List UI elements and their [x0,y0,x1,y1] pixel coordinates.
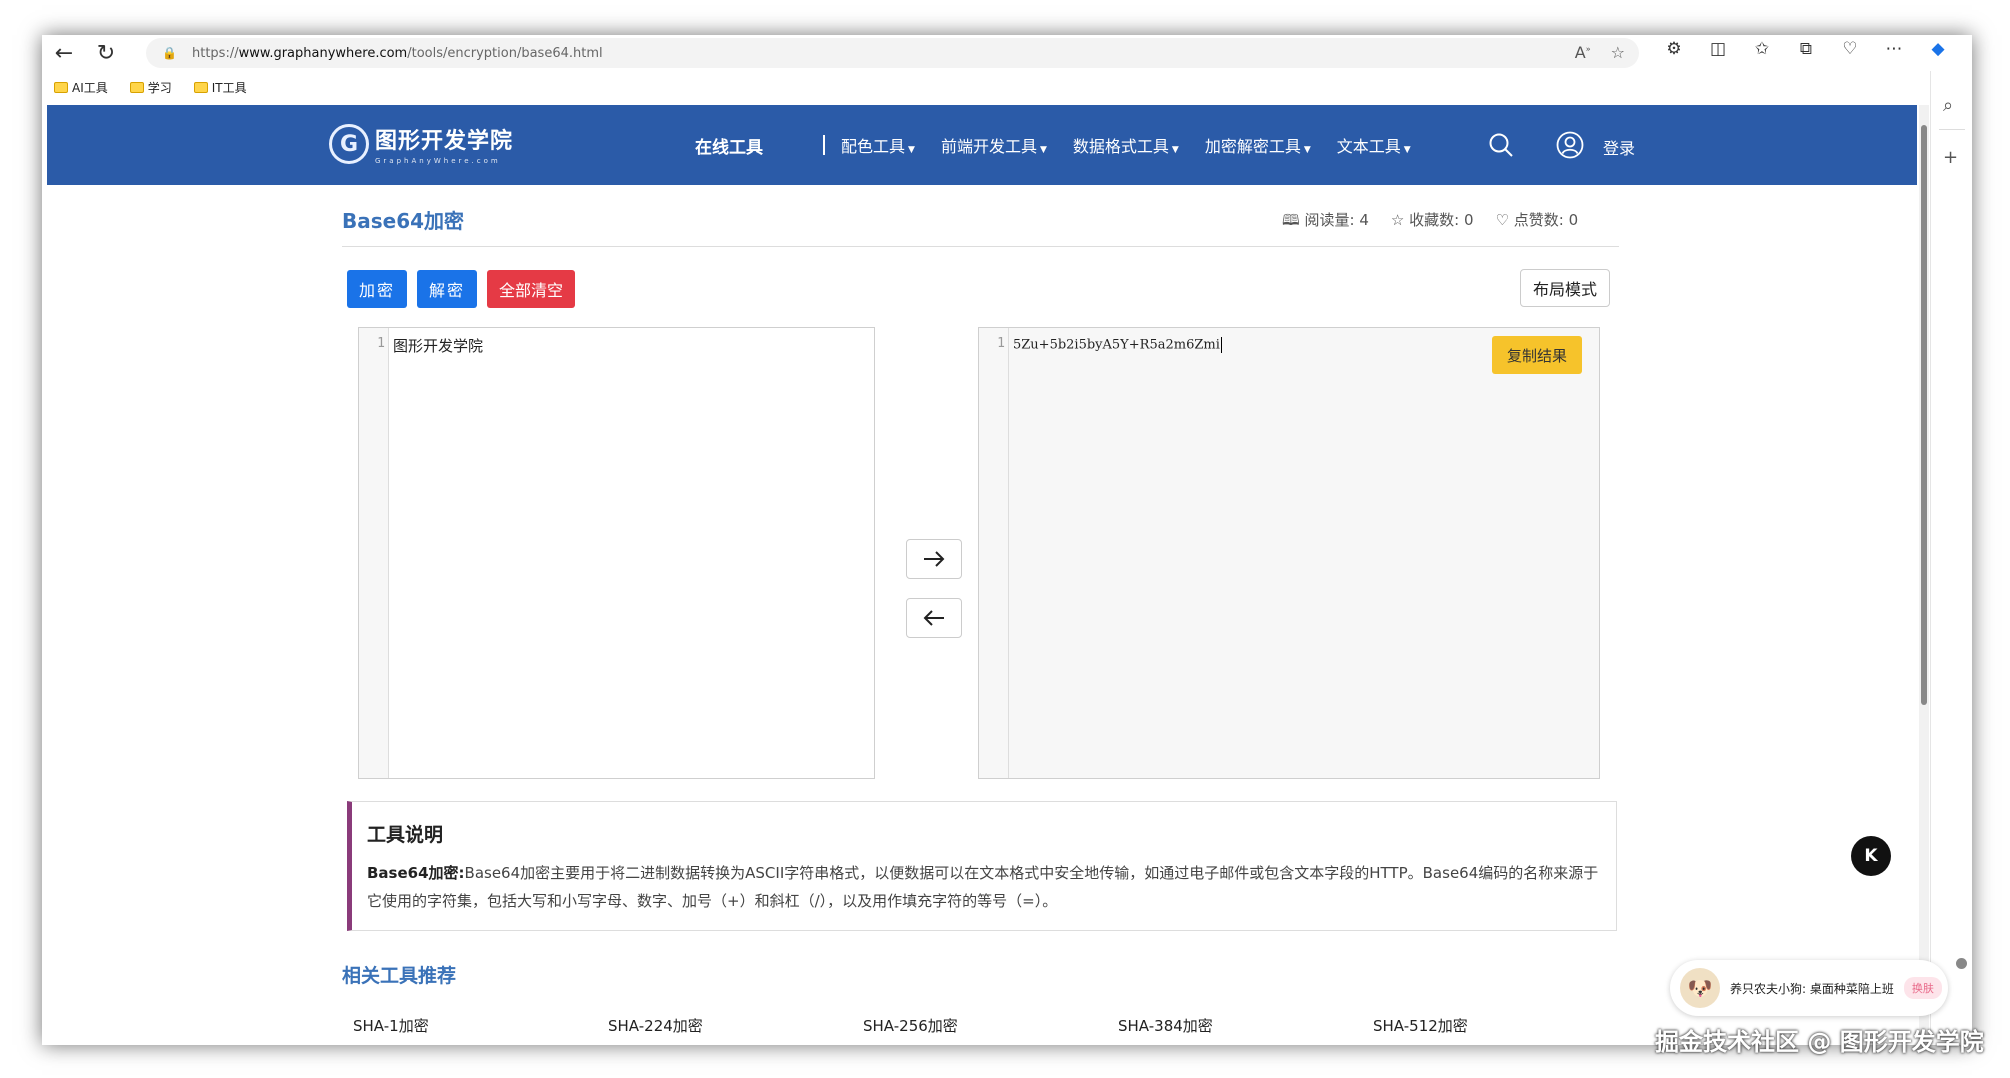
user-avatar-icon[interactable] [1556,131,1584,159]
description-text: Base64加密:Base64加密主要用于将二进制数据转换为ASCII字符串格式… [367,864,1599,910]
close-icon[interactable] [1956,958,1967,969]
page-stats: 🕮 阅读量: 4 ☆ 收藏数: 0 ♡ 点赞数: 0 [1282,209,1578,235]
watermark: 掘金技术社区 @ 图形开发学院 [1655,1028,1984,1056]
decrypt-button[interactable]: 解密 [417,270,477,308]
input-editor[interactable]: 1 图形开发学院 [358,327,875,779]
encode-arrow-button[interactable] [906,539,962,579]
description-heading: 工具说明 [367,824,444,846]
nav-encryption-tools[interactable]: 加密解密工具 ▼ [1205,133,1311,157]
page-title: Base64加密 [342,209,465,233]
bookmark-ai-tools[interactable]: AI工具 [54,79,108,96]
logo-icon: G [329,124,369,164]
split-screen-icon[interactable]: ◫ [1706,39,1730,59]
nav-divider [823,135,825,155]
nav-data-format-tools[interactable]: 数据格式工具 ▼ [1073,133,1179,157]
heart-icon: ♡ [1495,211,1509,229]
performance-icon[interactable]: ♡ [1838,39,1862,59]
nav-color-tools[interactable]: 配色工具 ▼ [841,133,915,157]
url-protocol: https:// [192,45,239,61]
arrow-left-icon [923,610,944,626]
copilot-icon[interactable]: ◆ [1926,39,1950,59]
caret-down-icon: ▼ [1303,145,1311,155]
search-icon[interactable] [1488,132,1514,158]
refresh-icon[interactable]: ↻ [90,37,122,69]
line-number: 1 [377,336,385,351]
bookmarks-bar: AI工具 学习 IT工具 [42,74,247,100]
decode-arrow-button[interactable] [906,598,962,638]
url-path: /tools/encryption/base64.html [407,45,603,61]
folder-icon [54,81,68,93]
browser-window: ← ↻ 🔒 https://www.graphanywhere.com/tool… [42,35,1972,1045]
caret-down-icon: ▼ [1403,145,1411,155]
more-icon[interactable]: ⋯ [1882,39,1906,59]
folder-icon [129,81,144,93]
floating-card[interactable]: 🐶 养只农夫小狗: 桌面种菜陪上班 换肤 [1670,960,1948,1016]
output-text-line[interactable]: 5Zu+5b2i5byA5Y+R5a2m6Zmi [1013,337,1222,353]
title-divider [342,246,1619,247]
read-aloud-icon[interactable]: A» [1575,43,1591,62]
switch-skin-button[interactable]: 换肤 [1903,977,1942,999]
scrollbar-thumb[interactable] [1921,125,1927,705]
encrypt-button[interactable]: 加密 [347,270,407,308]
text-cursor [1220,337,1222,353]
browser-sidebar: ⌕ + [1930,71,1972,1045]
clear-all-button[interactable]: 全部清空 [487,270,575,308]
avatar: 🐶 [1680,968,1720,1008]
likes-stat[interactable]: ♡ 点赞数: 0 [1495,209,1578,235]
line-number: 1 [997,336,1005,351]
back-icon[interactable]: ← [48,37,80,69]
favorites-icon[interactable]: ✩ [1750,39,1774,59]
bookmark-study[interactable]: 学习 [129,79,172,96]
tool-description: 工具说明 Base64加密:Base64加密主要用于将二进制数据转换为ASCII… [347,801,1617,931]
bookmark-it-tools[interactable]: IT工具 [193,79,247,96]
k-badge-icon[interactable]: K [1851,836,1891,876]
related-tool-link[interactable]: SHA-1加密 [353,1015,429,1036]
page-scrollbar[interactable] [1919,105,1929,1045]
related-tool-link[interactable]: SHA-384加密 [1118,1015,1213,1036]
input-text[interactable]: 图形开发学院 [393,335,483,356]
lock-icon: 🔒 [162,46,177,60]
nav-frontend-tools[interactable]: 前端开发工具 ▼ [941,133,1047,157]
caret-down-icon: ▼ [1171,145,1179,155]
views-stat: 🕮 阅读量: 4 [1282,211,1369,229]
search-icon[interactable]: ⌕ [1943,95,1953,116]
output-text: 5Zu+5b2i5byA5Y+R5a2m6Zmi [1013,337,1220,353]
related-tool-link[interactable]: SHA-256加密 [863,1015,958,1036]
site-header: G 图形开发学院 GraphAnyWhere.com 在线工具 配色工具 ▼ 前端… [47,105,1917,185]
folder-icon [193,81,208,93]
favorites-stat[interactable]: ☆ 收藏数: 0 [1391,209,1474,235]
layout-mode-button[interactable]: 布局模式 [1520,269,1610,307]
nav-text-tools[interactable]: 文本工具 ▼ [1337,133,1411,157]
site-logo[interactable]: G 图形开发学院 GraphAnyWhere.com [329,123,513,165]
line-gutter [979,328,1009,778]
web-page: G 图形开发学院 GraphAnyWhere.com 在线工具 配色工具 ▼ 前端… [47,105,1917,1045]
collections-icon[interactable]: ⧉ [1794,39,1818,59]
main-nav: 在线工具 配色工具 ▼ 前端开发工具 ▼ 数据格式工具 ▼ 加密解密工具 ▼ 文本工具 ▼ [695,105,1437,185]
url-host: www.graphanywhere.com [238,45,408,61]
line-gutter [359,328,389,778]
related-tool-link[interactable]: SHA-512加密 [1373,1015,1468,1036]
copy-result-button[interactable]: 复制结果 [1492,336,1582,374]
arrow-right-icon [924,551,945,567]
book-icon: 🕮 [1282,211,1300,229]
caret-down-icon: ▼ [1039,145,1047,155]
related-tool-link[interactable]: SHA-224加密 [608,1015,703,1036]
extensions-icon[interactable]: ⚙ [1662,39,1686,59]
address-bar[interactable]: 🔒 https://www.graphanywhere.com/tools/en… [146,38,1639,68]
browser-toolbar: ← ↻ 🔒 https://www.graphanywhere.com/tool… [42,35,1972,71]
login-link[interactable]: 登录 [1603,135,1635,159]
favorite-star-icon[interactable]: ☆ [1611,43,1625,62]
output-editor[interactable]: 1 5Zu+5b2i5byA5Y+R5a2m6Zmi 复制结果 [978,327,1600,779]
caret-down-icon: ▼ [908,145,915,155]
add-icon[interactable]: + [1943,147,1958,168]
related-tools-title: 相关工具推荐 [342,965,457,987]
nav-online-tools[interactable]: 在线工具 [695,133,763,158]
star-icon: ☆ [1390,211,1405,229]
card-text: 养只农夫小狗: 桌面种菜陪上班 [1730,981,1894,996]
